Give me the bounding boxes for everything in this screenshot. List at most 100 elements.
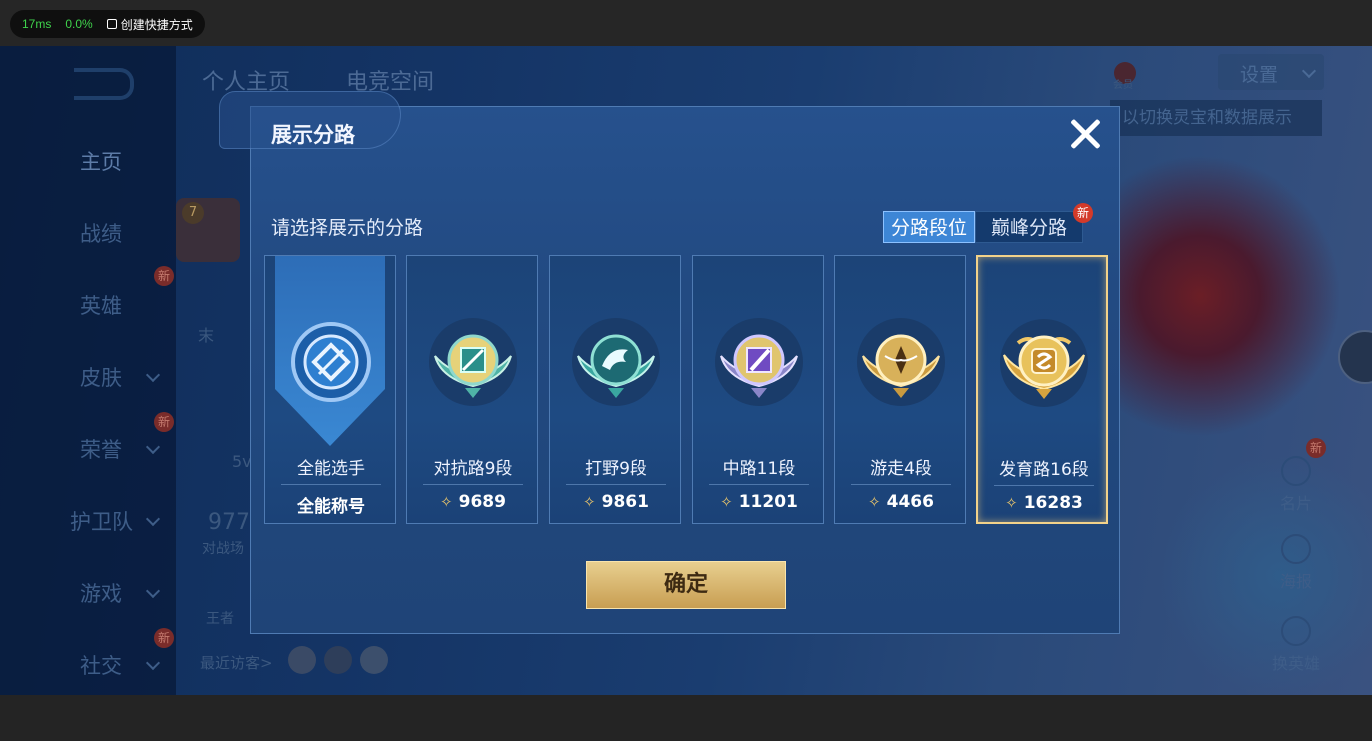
nav-item-honor[interactable]: 荣誉 新 — [0, 412, 176, 468]
game-screen: 主页 战绩 英雄 新 皮肤 荣誉 新 护卫队 游戏 社交 新 个人主页 电竞空间… — [0, 46, 1372, 695]
mode-text: 5v — [232, 452, 252, 471]
switch-hero-button[interactable]: 换英雄 — [1260, 616, 1332, 674]
chevron-down-icon — [145, 655, 161, 671]
lane-card-roam[interactable]: 游走4段 ✧ 4466 — [834, 255, 966, 524]
card-button[interactable]: 名片 — [1260, 456, 1332, 514]
nav-item-label: 游戏 — [80, 582, 122, 606]
lane-card-score: ✧ 4466 — [835, 492, 967, 512]
lane-score-value: 9689 — [458, 492, 506, 512]
latency-readout: 17ms — [22, 17, 52, 31]
close-icon[interactable] — [1063, 113, 1107, 157]
match-count-label: 对战场 — [202, 541, 244, 557]
peak-points-icon: ✧ — [440, 493, 453, 511]
dialog-title: 展示分路 — [271, 123, 355, 147]
nav-item-heroes[interactable]: 英雄 新 — [0, 266, 176, 324]
lane-card-name: 中路11段 — [722, 459, 796, 479]
nav-item-games[interactable]: 游戏 — [0, 572, 176, 612]
title-text: 王者 — [206, 611, 234, 627]
lane-card-allround[interactable]: 全能选手 全能称号 — [264, 255, 396, 524]
lane-card-farm[interactable]: 发育路16段 ✧ 16283 — [976, 255, 1108, 524]
card-divider — [281, 484, 381, 485]
nav-item-record[interactable]: 战绩 — [0, 212, 176, 252]
lane-card-score: ✧ 9689 — [407, 492, 539, 512]
lane-card-mid[interactable]: 中路11段 ✧ 11201 — [692, 255, 824, 524]
confirm-button[interactable]: 确定 — [586, 561, 786, 609]
lane-card-list: 全能选手 全能称号 对抗路9段 ✧ 9689 打野9段 ✧ 9861 中路11段… — [264, 255, 1109, 525]
jungle-badge-icon — [572, 318, 660, 406]
lane-card-name: 对抗路9段 — [433, 459, 513, 479]
card-divider — [994, 485, 1094, 486]
lane-card-jungle[interactable]: 打野9段 ✧ 9861 — [549, 255, 681, 524]
hint-banner: 以切换灵宝和数据展示 — [1110, 100, 1322, 136]
chevron-down-icon — [1301, 63, 1317, 79]
emulator-top-bar: 17ms 0.0% 创建快捷方式 — [0, 0, 1372, 46]
poster-icon — [1281, 534, 1311, 564]
nav-item-guard-team[interactable]: 护卫队 — [0, 500, 176, 540]
tab-peak-lane[interactable]: 巅峰分路 — [975, 211, 1083, 243]
cpu-readout: 0.0% — [65, 17, 93, 31]
lane-card-name: 发育路16段 — [999, 460, 1089, 480]
card-divider — [423, 484, 523, 485]
level-badge: 7 — [182, 202, 204, 224]
lane-score-value: 4466 — [886, 492, 934, 512]
create-shortcut-button[interactable]: 创建快捷方式 — [106, 16, 193, 33]
card-divider — [566, 484, 666, 485]
chevron-down-icon — [145, 439, 161, 455]
allround-badge-icon — [291, 322, 371, 402]
poster-button-label: 海报 — [1279, 572, 1312, 591]
visitor-avatar[interactable] — [288, 646, 316, 674]
mid-lane-badge-icon — [715, 318, 803, 406]
lane-score-value: 16283 — [1023, 493, 1083, 513]
lane-card-clash[interactable]: 对抗路9段 ✧ 9689 — [406, 255, 538, 524]
card-divider — [851, 484, 951, 485]
lane-card-name: 全能选手 — [297, 459, 365, 479]
new-badge: 新 — [154, 412, 174, 432]
switch-hero-icon — [1281, 616, 1311, 646]
dialog-prompt: 请选择展示的分路 — [271, 217, 424, 239]
lane-card-score: ✧ 9861 — [550, 492, 682, 512]
lane-score-value: 9861 — [601, 492, 649, 512]
nav-item-label: 英雄 — [80, 294, 122, 318]
nav-item-label: 主页 — [80, 150, 122, 174]
visitor-avatar[interactable] — [324, 646, 352, 674]
lane-card-score: ✧ 11201 — [693, 492, 825, 512]
profile-side-nav: 主页 战绩 英雄 新 皮肤 荣誉 新 护卫队 游戏 社交 新 — [0, 46, 176, 695]
emulator-bottom-bar — [0, 695, 1372, 741]
nav-item-label: 社交 — [80, 654, 122, 678]
new-badge: 新 — [154, 628, 174, 648]
chevron-down-icon — [145, 367, 161, 383]
peak-points-icon: ✧ — [1005, 494, 1018, 512]
poster-button[interactable]: 海报 — [1260, 534, 1332, 592]
chevron-down-icon — [145, 583, 161, 599]
status-text: 末 — [198, 326, 215, 345]
nav-item-label: 战绩 — [80, 222, 122, 246]
settings-button[interactable]: 设置 — [1218, 54, 1324, 90]
back-logo-icon[interactable] — [74, 68, 134, 100]
card-divider — [709, 484, 809, 485]
create-shortcut-label: 创建快捷方式 — [120, 17, 193, 32]
lane-card-name: 游走4段 — [870, 459, 932, 479]
performance-overlay: 17ms 0.0% 创建快捷方式 — [10, 10, 205, 38]
card-button-label: 名片 — [1279, 494, 1312, 513]
recent-visitors-link[interactable]: 最近访客> — [200, 652, 273, 673]
nav-item-label: 荣誉 — [80, 438, 122, 462]
lane-card-subtitle: 全能称号 — [297, 497, 365, 517]
tab-lane-rank[interactable]: 分路段位 — [883, 211, 975, 243]
vip-label: 会员 — [1113, 80, 1133, 91]
lane-card-name: 打野9段 — [585, 459, 647, 479]
lane-score-value: 11201 — [738, 492, 798, 512]
farm-lane-badge-icon — [1000, 319, 1088, 407]
nav-item-skins[interactable]: 皮肤 — [0, 356, 176, 396]
clash-lane-badge-icon — [429, 318, 517, 406]
nav-item-home[interactable]: 主页 — [0, 140, 176, 180]
new-badge: 新 — [1073, 203, 1093, 223]
nav-item-social[interactable]: 社交 新 — [0, 628, 176, 684]
peak-points-icon: ✧ — [868, 493, 881, 511]
switch-hero-label: 换英雄 — [1271, 654, 1320, 673]
hero-scene-art — [1120, 156, 1372, 695]
roam-badge-icon — [857, 318, 945, 406]
visitor-avatar[interactable] — [360, 646, 388, 674]
peak-points-icon: ✧ — [583, 493, 596, 511]
chevron-down-icon — [145, 511, 161, 527]
settings-label: 设置 — [1240, 64, 1279, 86]
